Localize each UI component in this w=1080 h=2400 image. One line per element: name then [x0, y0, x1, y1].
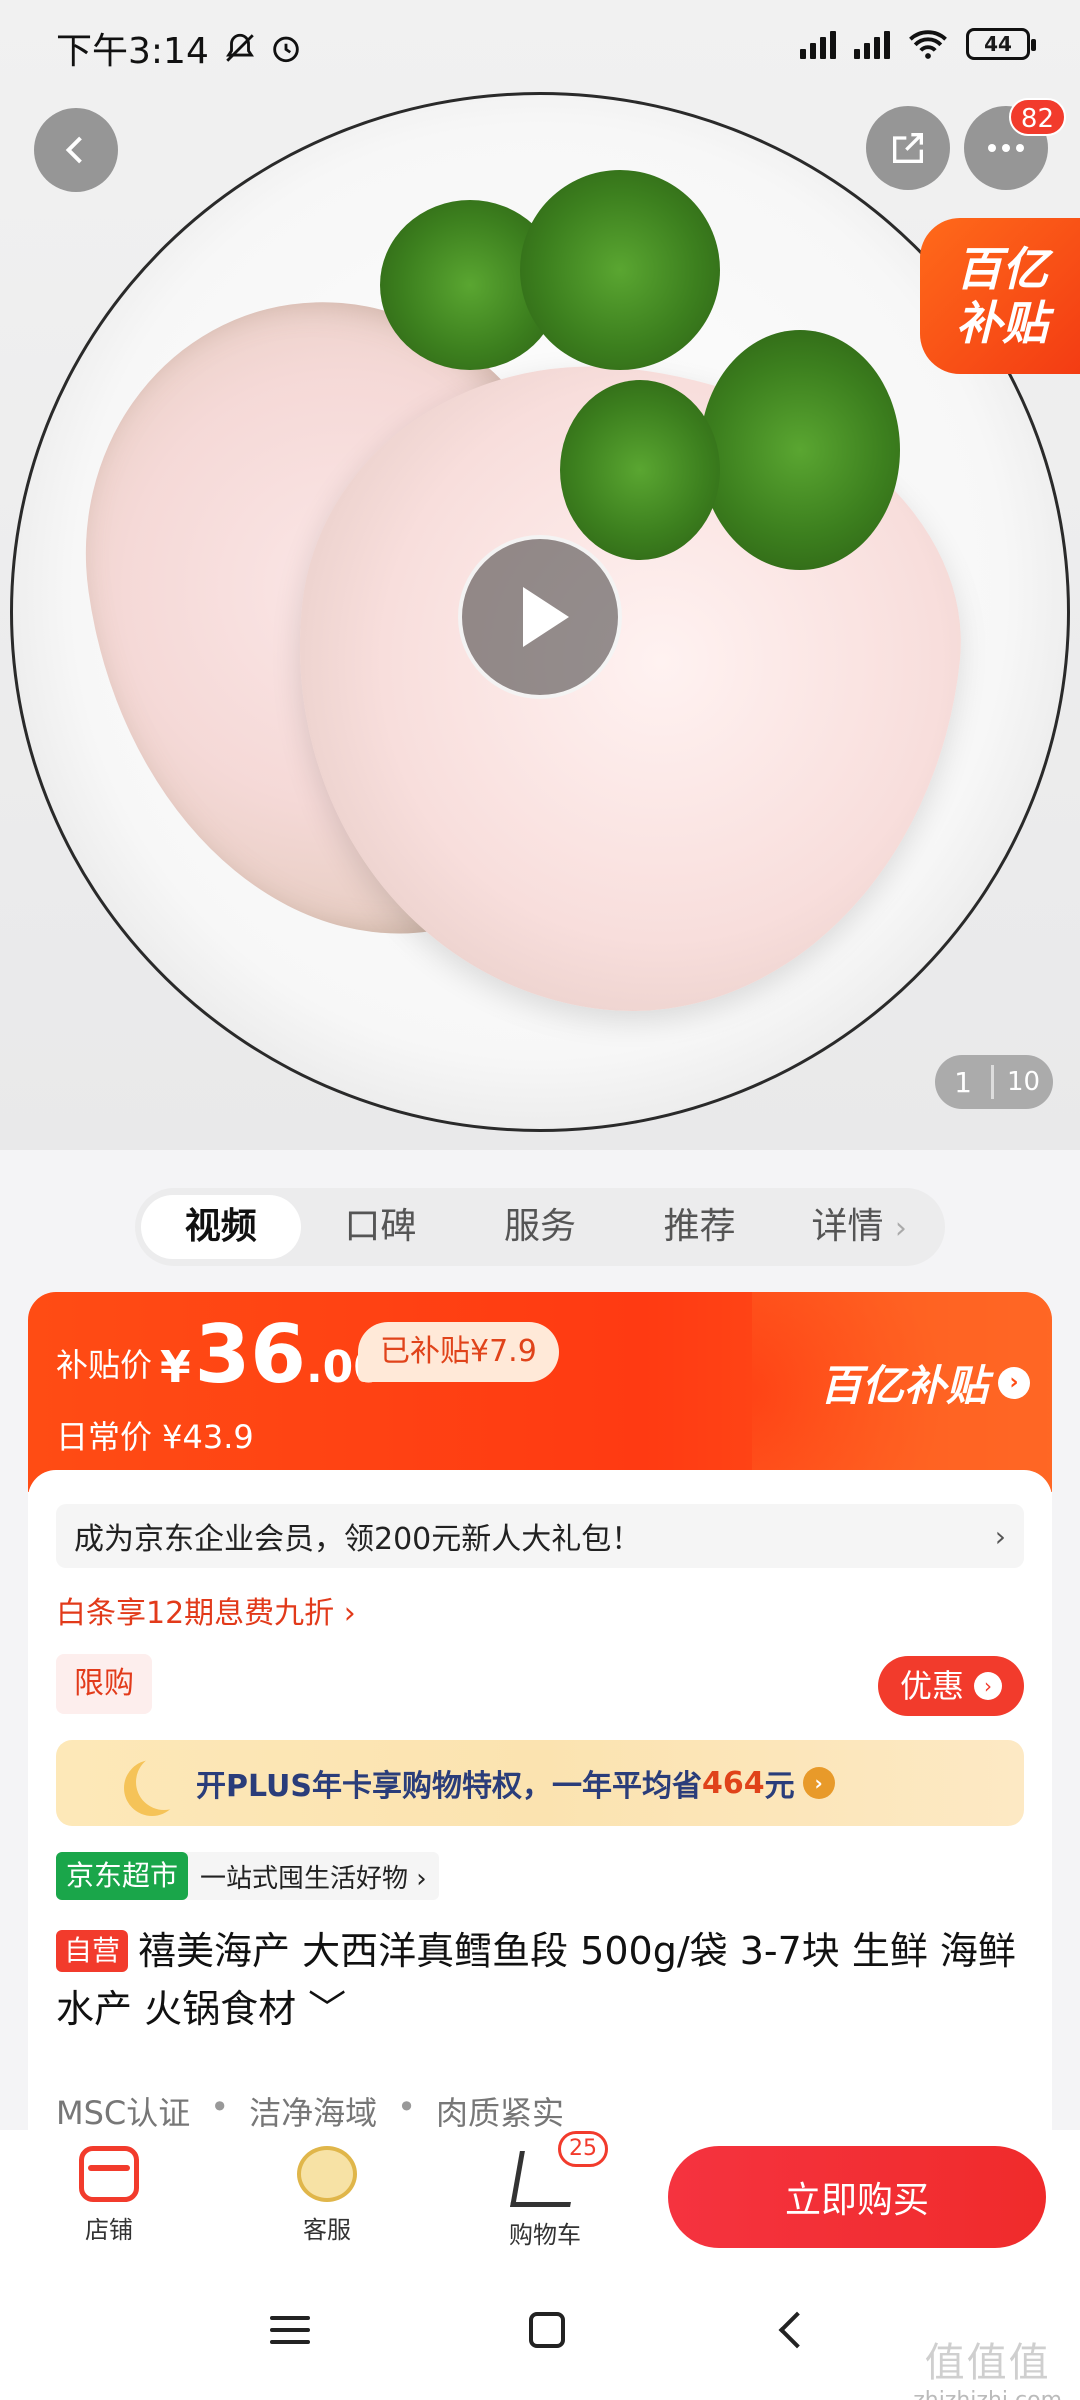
- share-icon: [893, 133, 923, 163]
- supermarket-slogan: 一站式囤生活好物 ›: [200, 1863, 427, 1894]
- product-info-card: 补贴价 ¥ 36 .00 已补贴¥7.9 日常价 ¥43.9 百亿补贴 › 成为…: [28, 1292, 1052, 2192]
- watermark: 值值值 zhizhizhi.com: [913, 2340, 1062, 2400]
- buy-now-button[interactable]: 立即购买: [668, 2146, 1046, 2248]
- chevron-right-icon: ›: [998, 1366, 1030, 1399]
- product-features: MSC认证 • 洁净海域 • 肉质紧实: [56, 2088, 565, 2132]
- home-icon[interactable]: [528, 2312, 565, 2348]
- product-title[interactable]: 自营 禧美海产 大西洋真鳕鱼段 500g/袋 3-7块 生鲜 海鲜水产 火锅食材 …: [56, 1922, 1036, 2038]
- chevron-right-icon: ›: [994, 1519, 1006, 1553]
- tab-video[interactable]: 视频: [141, 1195, 301, 1259]
- parsley-image: [700, 330, 900, 570]
- feature-item: MSC认证: [56, 2094, 191, 2132]
- purchase-limit-tag: 限购: [56, 1654, 152, 1714]
- signal-icon: [800, 29, 836, 59]
- customer-service-icon: [297, 2145, 357, 2202]
- price-band: 补贴价 ¥ 36 .00 已补贴¥7.9 日常价 ¥43.9 百亿补贴 ›: [28, 1292, 1052, 1492]
- customer-service-button[interactable]: 客服: [218, 2145, 436, 2245]
- more-button[interactable]: 82: [964, 98, 1066, 190]
- enterprise-member-banner[interactable]: 成为京东企业会员，领200元新人大礼包！ ›: [56, 1504, 1024, 1568]
- tab-service[interactable]: 服务: [460, 1195, 620, 1259]
- battery-icon: 44: [966, 28, 1036, 60]
- bottom-action-bar: 店铺 客服 25 购物车 立即购买: [0, 2130, 1080, 2260]
- parsley-image: [520, 170, 720, 370]
- menu-icon[interactable]: [269, 2316, 310, 2344]
- tab-recommend[interactable]: 推荐: [620, 1195, 780, 1259]
- card-body: 成为京东企业会员，领200元新人大礼包！ › 白条享12期息费九折 › 限购 优…: [28, 1470, 1052, 2192]
- notification-badge: 82: [1008, 98, 1066, 136]
- share-button[interactable]: [866, 106, 950, 190]
- parsley-image: [560, 380, 720, 560]
- self-operated-tag: 自营: [56, 1930, 129, 1972]
- subsidized-amount-badge: 已补贴¥7.9: [358, 1322, 559, 1382]
- status-time: 下午3:14: [56, 31, 209, 72]
- chevron-right-icon: ›: [894, 1211, 907, 1246]
- moon-icon: [136, 1754, 192, 1810]
- play-icon: [523, 587, 569, 647]
- tab-reviews[interactable]: 口碑: [301, 1195, 461, 1259]
- feature-item: 肉质紧实: [436, 2094, 565, 2132]
- subsidy-price: ¥ 36 .00: [160, 1308, 384, 1401]
- shop-icon: [79, 2145, 139, 2202]
- back-icon[interactable]: [778, 2311, 816, 2349]
- status-bar: 下午3:14 44: [0, 0, 1080, 96]
- back-button[interactable]: [34, 108, 118, 192]
- cart-count-badge: 25: [558, 2130, 608, 2167]
- plus-membership-banner[interactable]: 开PLUS年卡享购物特权，一年平均省 464 元 ›: [56, 1740, 1024, 1826]
- tab-details[interactable]: 详情 ›: [779, 1195, 939, 1259]
- shop-button[interactable]: 店铺: [0, 2145, 218, 2245]
- baitiao-installment-link[interactable]: 白条享12期息费九折 ›: [56, 1588, 356, 1632]
- section-tabs: 视频 口碑 服务 推荐 详情 ›: [135, 1188, 945, 1266]
- play-video-button[interactable]: [458, 535, 622, 699]
- daily-price: 日常价 ¥43.9: [56, 1418, 254, 1456]
- feature-item: 洁净海域: [249, 2094, 378, 2132]
- alarm-icon: [273, 36, 299, 63]
- chevron-left-icon: [65, 136, 82, 164]
- subsidy-logo-tag[interactable]: 百亿 补贴: [920, 218, 1080, 374]
- signal-hd-icon: [854, 29, 890, 59]
- image-page-counter: 1 10: [935, 1055, 1053, 1109]
- mute-bell-icon: [225, 33, 254, 62]
- discount-button[interactable]: 优惠 ›: [877, 1656, 1024, 1716]
- subsidy-logo-link[interactable]: 百亿补贴 ›: [820, 1352, 1030, 1413]
- supermarket-tag: 京东超市: [56, 1852, 189, 1900]
- jd-supermarket-link[interactable]: 京东超市 一站式囤生活好物 ›: [56, 1852, 439, 1900]
- wifi-icon: [909, 30, 947, 59]
- chevron-right-icon: ›: [802, 1767, 835, 1799]
- chevron-right-icon: ›: [974, 1672, 1002, 1700]
- subsidy-price-label: 补贴价: [56, 1346, 153, 1384]
- cart-button[interactable]: 25 购物车: [436, 2130, 654, 2250]
- more-dots-icon: [988, 144, 1024, 152]
